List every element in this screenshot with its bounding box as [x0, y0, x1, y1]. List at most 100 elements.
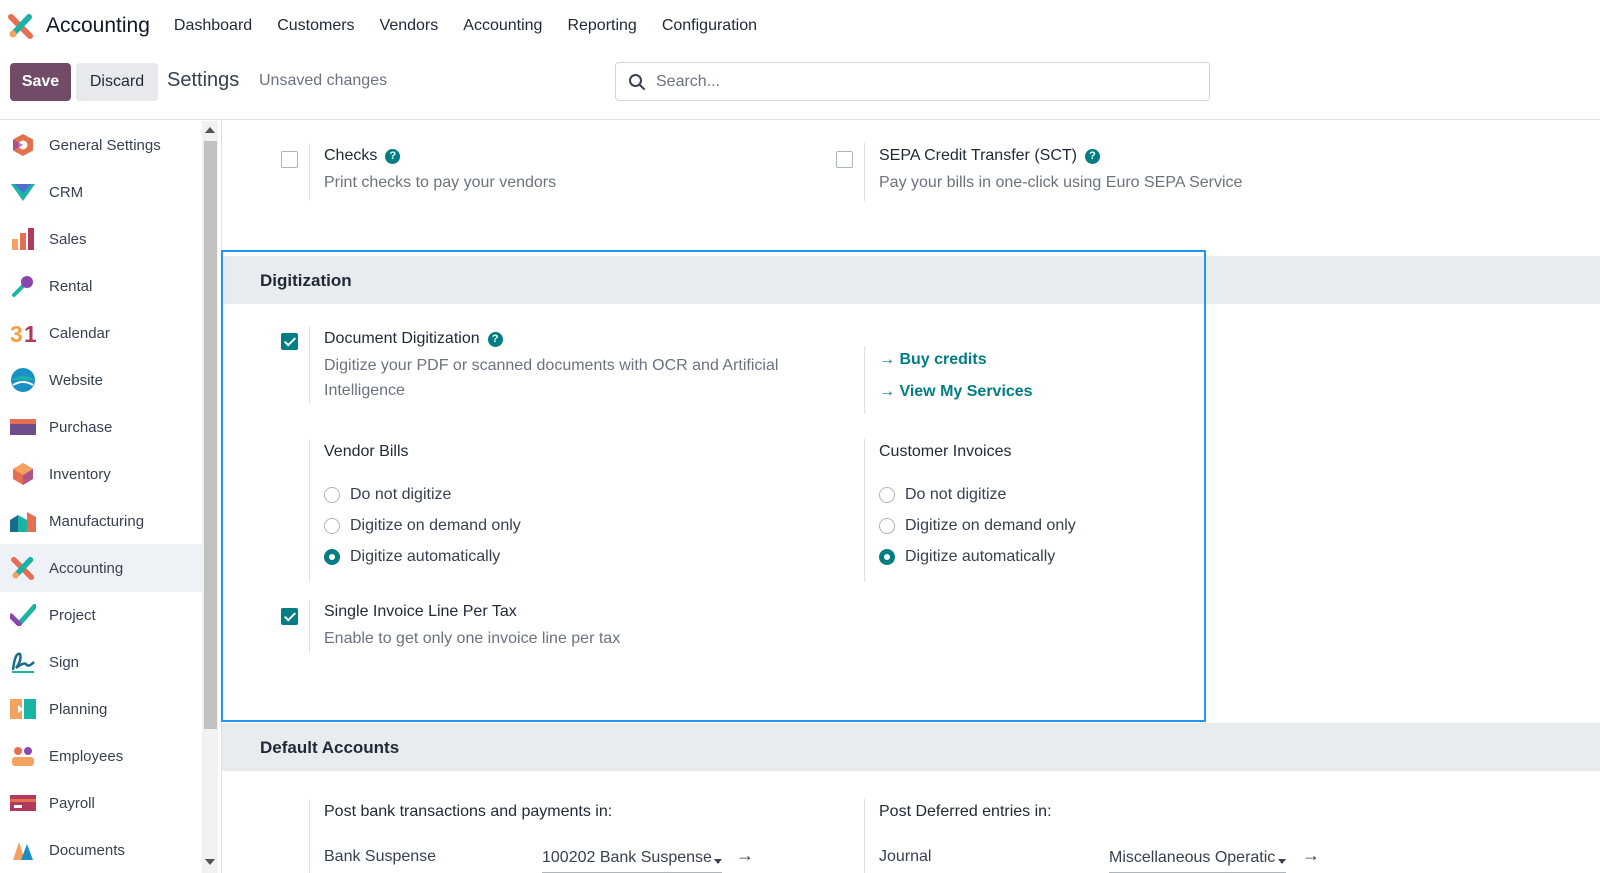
- sign-icon: [10, 649, 36, 675]
- sidebar-item-rental[interactable]: Rental: [0, 262, 202, 310]
- sidebar-item-label: Accounting: [49, 559, 124, 577]
- website-icon: [10, 367, 36, 393]
- sidebar-item-sign[interactable]: Sign: [0, 638, 202, 686]
- customer-radio-automatically[interactable]: Digitize automatically: [879, 548, 1055, 566]
- customer-radio-do-not-digitize[interactable]: Do not digitize: [879, 486, 1006, 504]
- manufacturing-icon: [10, 508, 36, 534]
- bank-transactions-title: Post bank transactions and payments in:: [324, 803, 613, 820]
- divider: [309, 799, 310, 873]
- sidebar-item-crm[interactable]: CRM: [0, 168, 202, 216]
- section-title: Digitization: [260, 271, 352, 290]
- radio-label: Digitize on demand only: [350, 517, 521, 534]
- rental-key-icon: [10, 273, 36, 299]
- view-my-services-link[interactable]: → View My Services: [879, 383, 1033, 401]
- help-icon[interactable]: ?: [385, 149, 401, 164]
- divider: [309, 601, 310, 653]
- save-button[interactable]: Save: [10, 63, 71, 101]
- sidebar-item-label: Inventory: [49, 465, 111, 483]
- search-box[interactable]: [615, 62, 1210, 101]
- sidebar-item-label: Manufacturing: [49, 512, 145, 530]
- sidebar-scrollbar[interactable]: [202, 121, 218, 873]
- search-icon: [629, 73, 645, 90]
- vendor-radio-on-demand[interactable]: Digitize on demand only: [324, 517, 521, 535]
- radio-label: Do not digitize: [350, 486, 452, 503]
- sidebar-item-payroll[interactable]: Payroll: [0, 779, 202, 827]
- search-input[interactable]: [656, 72, 1209, 91]
- radio-selected-icon: [324, 549, 340, 565]
- vendor-radio-do-not-digitize[interactable]: Do not digitize: [324, 486, 451, 504]
- sidebar-item-label: Planning: [49, 700, 108, 718]
- settings-sidebar: General Settings CRM Sales Rental 31 Cal…: [0, 121, 202, 873]
- sidebar-item-employees[interactable]: Employees: [0, 732, 202, 780]
- digitization-section-header: Digitization: [222, 256, 1600, 304]
- document-digitization-checkbox[interactable]: [281, 333, 298, 350]
- sidebar-item-label: Calendar: [49, 324, 110, 342]
- menu-configuration[interactable]: Configuration: [662, 17, 757, 35]
- discard-button[interactable]: Discard: [76, 63, 158, 101]
- scroll-up-arrow-icon[interactable]: [205, 127, 215, 133]
- default-accounts-section-header: Default Accounts: [222, 723, 1600, 771]
- menu-reporting[interactable]: Reporting: [567, 17, 636, 35]
- radio-label: Digitize automatically: [350, 548, 501, 565]
- journal-select[interactable]: Miscellaneous Operatic: [1109, 849, 1286, 873]
- single-invoice-line-checkbox[interactable]: [281, 608, 298, 625]
- sepa-checkbox[interactable]: [836, 151, 853, 168]
- single-invoice-line-description: Enable to get only one invoice line per …: [324, 630, 621, 647]
- sidebar-item-calendar[interactable]: 31 Calendar: [0, 309, 202, 357]
- sidebar-item-website[interactable]: Website: [0, 356, 202, 404]
- internal-link-arrow-icon[interactable]: →: [736, 845, 754, 866]
- chevron-down-icon[interactable]: [714, 859, 722, 864]
- sidebar-item-purchase[interactable]: Purchase: [0, 403, 202, 451]
- top-navbar: Accounting Dashboard Customers Vendors A…: [0, 0, 1600, 52]
- sales-icon: [10, 226, 36, 252]
- sidebar-item-label: Employees: [49, 747, 124, 765]
- page-title: Settings: [167, 69, 240, 91]
- planning-icon: [10, 696, 36, 722]
- section-title: Default Accounts: [260, 738, 400, 757]
- sidebar-item-accounting[interactable]: Accounting: [0, 544, 202, 592]
- sidebar-item-general-settings[interactable]: General Settings: [0, 121, 202, 169]
- scroll-thumb[interactable]: [204, 141, 217, 729]
- menu-accounting[interactable]: Accounting: [463, 17, 542, 35]
- menu-customers[interactable]: Customers: [277, 17, 354, 35]
- radio-selected-icon: [879, 549, 895, 565]
- radio-icon: [324, 518, 340, 534]
- sidebar-item-documents[interactable]: Documents: [0, 826, 202, 873]
- menu-dashboard[interactable]: Dashboard: [174, 17, 252, 35]
- app-brand[interactable]: Accounting: [8, 13, 150, 39]
- svg-text:3: 3: [10, 321, 23, 345]
- divider: [864, 799, 865, 873]
- sidebar-item-planning[interactable]: Planning: [0, 685, 202, 733]
- app-title: Accounting: [46, 14, 150, 37]
- internal-link-arrow-icon[interactable]: →: [1302, 845, 1320, 866]
- purchase-icon: [10, 414, 36, 440]
- buy-credits-link[interactable]: → Buy credits: [879, 351, 987, 369]
- inventory-icon: [10, 461, 36, 487]
- divider: [864, 346, 865, 414]
- sidebar-item-label: Sign: [49, 653, 80, 671]
- radio-icon: [879, 518, 895, 534]
- crm-icon: [10, 179, 36, 205]
- general-settings-icon: [10, 132, 36, 158]
- deferred-entries-title: Post Deferred entries in:: [879, 803, 1052, 820]
- sidebar-item-sales[interactable]: Sales: [0, 215, 202, 263]
- help-icon[interactable]: ?: [487, 332, 503, 347]
- bank-suspense-select[interactable]: 100202 Bank Suspense: [542, 849, 722, 873]
- vendor-radio-automatically[interactable]: Digitize automatically: [324, 548, 500, 566]
- employees-icon: [10, 743, 36, 769]
- customer-invoices-title: Customer Invoices: [879, 443, 1012, 460]
- scroll-down-arrow-icon[interactable]: [205, 859, 215, 865]
- sidebar-item-inventory[interactable]: Inventory: [0, 450, 202, 498]
- help-icon[interactable]: ?: [1084, 149, 1100, 164]
- sepa-description: Pay your bills in one-click using Euro S…: [879, 174, 1243, 191]
- chevron-down-icon[interactable]: [1278, 859, 1286, 864]
- checks-checkbox[interactable]: [281, 151, 298, 168]
- journal-label: Journal: [879, 848, 932, 865]
- customer-radio-on-demand[interactable]: Digitize on demand only: [879, 517, 1076, 535]
- bank-suspense-label: Bank Suspense: [324, 848, 437, 865]
- divider: [309, 326, 310, 404]
- sidebar-item-manufacturing[interactable]: Manufacturing: [0, 497, 202, 545]
- menu-vendors[interactable]: Vendors: [380, 17, 439, 35]
- documents-icon: [10, 837, 36, 863]
- sidebar-item-project[interactable]: Project: [0, 591, 202, 639]
